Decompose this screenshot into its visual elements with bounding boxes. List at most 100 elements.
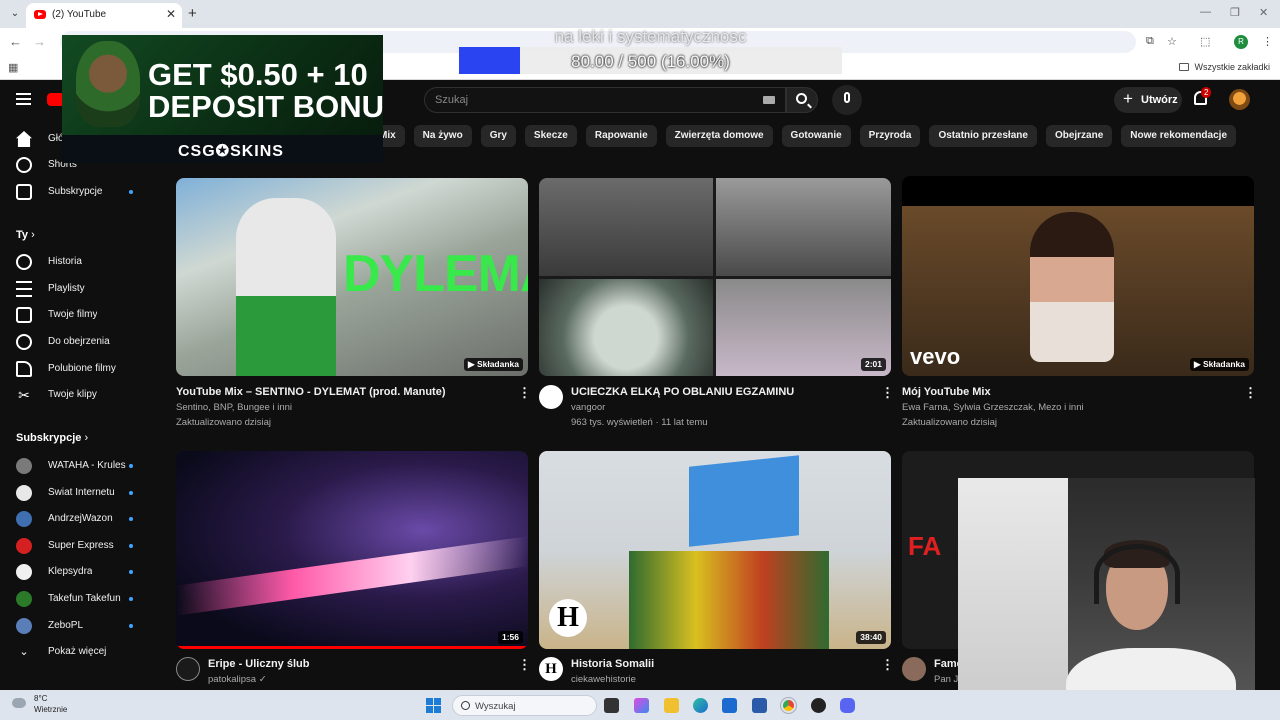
chrome-icon[interactable] [780, 697, 797, 714]
video-menu-icon[interactable]: ⋮ [881, 386, 894, 399]
back-arrow-icon[interactable]: ← [9, 34, 22, 49]
weather-temperature[interactable]: 8°C [34, 694, 47, 703]
video-menu-icon[interactable]: ⋮ [881, 658, 894, 671]
sidebar-item-history[interactable]: Historia [0, 249, 150, 275]
sidebar-item-clips[interactable]: ✂ Twoje klipy [0, 382, 150, 408]
windows-start-icon[interactable] [426, 698, 441, 713]
video-menu-icon[interactable]: ⋮ [518, 386, 531, 399]
tab-search-chevron-icon[interactable]: ⌄ [6, 5, 24, 23]
subscription-item[interactable]: Takefun Takefun [0, 586, 150, 612]
vevo-logo: vevo [910, 344, 961, 369]
chevron-right-icon: › [84, 432, 89, 444]
extensions-icon[interactable]: ⬚ [1200, 35, 1210, 48]
subscription-item[interactable]: Klepsydra [0, 559, 150, 585]
mix-badge-label: Składanka [1202, 359, 1245, 369]
video-thumbnail[interactable]: 2:01 [539, 178, 891, 376]
copilot-icon[interactable] [634, 698, 649, 713]
video-title[interactable]: UCIECZKA ELKĄ PO OBLANIU EGZAMINU [571, 386, 794, 398]
filter-chip[interactable]: Nowe rekomendacje [1121, 125, 1237, 147]
subscription-item[interactable]: WATAHA - Kruleski [0, 453, 150, 479]
cast-icon[interactable]: ⧉ [1146, 35, 1154, 48]
filter-chip[interactable]: Obejrzane [1045, 125, 1113, 147]
video-title[interactable]: Eripe - Uliczny ślub [208, 658, 309, 670]
channel-avatar[interactable] [902, 657, 926, 681]
forward-arrow-icon[interactable]: → [33, 34, 46, 49]
ad-headline-line2: DEPOSIT BONU [148, 89, 383, 124]
edge-icon[interactable] [693, 698, 708, 713]
channel-avatar [16, 591, 32, 607]
channel-avatar[interactable] [176, 657, 200, 681]
obs-icon[interactable] [811, 698, 826, 713]
subscriptions-section-heading[interactable]: Subskrypcje › [16, 432, 88, 444]
browser-profile-avatar[interactable]: R [1234, 35, 1248, 49]
keyboard-icon[interactable] [763, 96, 775, 104]
close-window-icon[interactable]: ✕ [1259, 6, 1268, 19]
filter-chip[interactable]: Na żywo [413, 125, 472, 147]
taskbar-search-input[interactable]: Wyszukaj [452, 695, 597, 716]
all-bookmarks-button[interactable]: Wszystkie zakładki [1179, 62, 1270, 72]
task-view-icon[interactable] [604, 698, 619, 713]
you-section-heading[interactable]: Ty › [16, 229, 35, 241]
discord-icon[interactable] [840, 698, 855, 713]
store-icon[interactable] [752, 698, 767, 713]
voice-search-button[interactable] [832, 85, 862, 115]
video-title[interactable]: Mój YouTube Mix [902, 386, 991, 398]
filter-chip[interactable]: Gotowanie [781, 125, 851, 147]
filter-chip[interactable]: Skecze [524, 125, 577, 147]
search-button[interactable] [786, 87, 818, 113]
bookmark-star-icon[interactable]: ☆ [1167, 35, 1177, 48]
channel-avatar[interactable] [539, 385, 563, 409]
sidebar-item-subscriptions[interactable]: Subskrypcje [0, 179, 150, 205]
sidebar-item-playlists[interactable]: Playlisty [0, 276, 150, 302]
video-thumbnail[interactable]: DYLEMAT ▶ Składanka [176, 178, 528, 376]
watch-progress-bar [176, 646, 528, 649]
minimize-window-icon[interactable]: — [1200, 6, 1211, 18]
channel-avatar[interactable]: H [539, 657, 563, 681]
video-title[interactable]: YouTube Mix – SENTINO - DYLEMAT (prod. M… [176, 386, 446, 398]
new-tab-button[interactable]: + [188, 5, 197, 22]
filter-chip[interactable]: Zwierzęta domowe [665, 125, 773, 147]
browser-tab-youtube[interactable]: (2) YouTube ✕ [26, 3, 182, 28]
apps-grid-icon[interactable]: ▦ [8, 61, 18, 74]
filter-chip[interactable]: Przyroda [859, 125, 921, 147]
video-thumbnail[interactable]: 1:56 [176, 451, 528, 649]
show-more-button[interactable]: ⌄ Pokaż więcej [0, 639, 150, 665]
ad-headline-line1: GET $0.50 + 10 [148, 57, 368, 92]
verified-icon: ✓ [258, 674, 267, 685]
subscription-item[interactable]: ZeboPL [0, 613, 150, 639]
subscription-item[interactable]: Świat Internetu [0, 480, 150, 506]
video-menu-icon[interactable]: ⋮ [518, 658, 531, 671]
video-channel[interactable]: vangoor [571, 402, 605, 413]
tab-close-icon[interactable]: ✕ [166, 7, 176, 21]
subscription-item[interactable]: AndrzejWazon [0, 506, 150, 532]
video-title[interactable]: Historia Somalii [571, 658, 654, 670]
weather-description[interactable]: Wietrznie [34, 705, 67, 714]
browser-menu-icon[interactable]: ⋮ [1262, 35, 1273, 48]
history-icon [16, 254, 32, 270]
outlook-icon[interactable] [722, 698, 737, 713]
filter-chip[interactable]: Rapowanie [585, 125, 657, 147]
shorts-icon [16, 157, 32, 173]
microphone-icon [844, 92, 850, 103]
video-channel[interactable]: ciekawehistorie [571, 674, 636, 685]
account-avatar[interactable] [1229, 89, 1250, 110]
video-thumbnail[interactable]: H 38:40 [539, 451, 891, 649]
video-channels: Sentino, BNP, Bungee i inni [176, 402, 293, 413]
sidebar-item-watch-later[interactable]: Do obejrzenia [0, 329, 150, 355]
sidebar-item-your-videos[interactable]: Twoje filmy [0, 302, 150, 328]
new-content-dot [129, 517, 133, 522]
video-channel[interactable]: patokalipsa ✓ [208, 674, 267, 685]
filter-chip[interactable]: Gry [480, 125, 516, 147]
guide-menu-icon[interactable] [16, 93, 31, 105]
create-button[interactable]: + Utwórz [1114, 87, 1182, 113]
file-explorer-icon[interactable] [664, 698, 679, 713]
video-thumbnail[interactable]: vevo ▶ Składanka [902, 176, 1254, 376]
video-channel[interactable]: Pan J [934, 674, 958, 685]
filter-chip[interactable]: Ostatnio przesłane [929, 125, 1037, 147]
sidebar-item-liked[interactable]: Polubione filmy [0, 356, 150, 382]
search-input[interactable]: Szukaj [424, 87, 786, 113]
maximize-window-icon[interactable]: ❐ [1230, 6, 1240, 19]
subscription-item[interactable]: Super Express [0, 533, 150, 559]
donation-goal-text: 80.00 / 500 (16.00%) [571, 52, 730, 71]
video-menu-icon[interactable]: ⋮ [1244, 386, 1257, 399]
